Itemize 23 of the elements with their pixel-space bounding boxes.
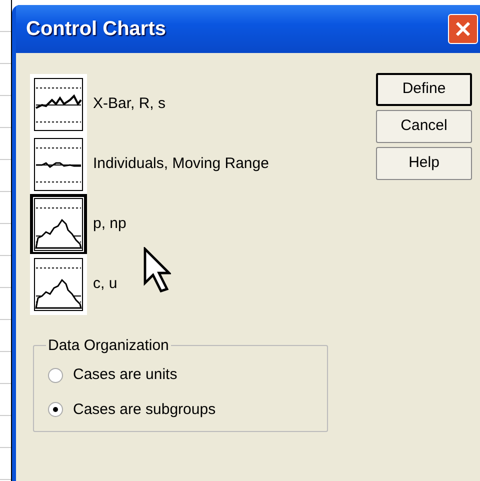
- chart-type-button[interactable]: [30, 134, 87, 194]
- dialog-button[interactable]: Define: [376, 73, 472, 106]
- chart-type-label: p, np: [93, 214, 126, 234]
- control-chart-icon: [34, 198, 83, 250]
- close-button[interactable]: [448, 14, 478, 44]
- control-chart-icon: [34, 138, 83, 190]
- mouse-cursor-icon: [143, 247, 171, 295]
- chart-type-button[interactable]: [30, 254, 87, 314]
- chart-type-label: Individuals, Moving Range: [93, 154, 269, 174]
- control-chart-icon: [34, 258, 83, 310]
- chart-type-label: X-Bar, R, s: [93, 94, 166, 114]
- chart-type-button[interactable]: [30, 74, 87, 134]
- chart-type-label: c, u: [93, 274, 118, 294]
- close-icon: [455, 21, 471, 37]
- radio-button[interactable]: [48, 368, 63, 383]
- window-title: Control Charts: [26, 17, 166, 42]
- chart-type-button[interactable]: [30, 194, 87, 254]
- radio-option[interactable]: Cases are units: [48, 364, 313, 386]
- dialog-button[interactable]: Cancel: [376, 110, 472, 143]
- control-chart-icon: [34, 78, 83, 130]
- dialog-button[interactable]: Help: [376, 147, 472, 180]
- radio-option[interactable]: Cases are subgroups: [48, 398, 313, 421]
- radio-button[interactable]: [48, 402, 63, 418]
